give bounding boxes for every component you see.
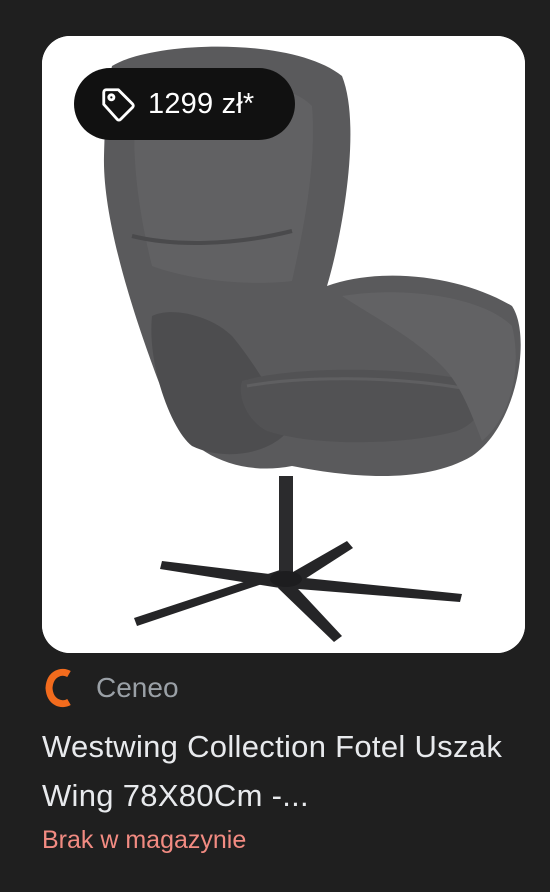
availability-status: Brak w magazynie <box>42 826 247 854</box>
product-title[interactable]: Westwing Collection Fotel Uszak Wing 78X… <box>42 722 512 820</box>
price-label: 1299 zł* <box>148 87 255 120</box>
source-name: Ceneo <box>96 672 179 703</box>
ceneo-logo-icon <box>42 667 76 709</box>
source-row[interactable]: Ceneo <box>42 666 179 710</box>
price-badge: 1299 zł* <box>74 68 295 140</box>
tag-icon <box>98 84 138 124</box>
product-card[interactable]: 1299 zł* Ceneo Westwing Collection Fotel… <box>0 0 550 892</box>
